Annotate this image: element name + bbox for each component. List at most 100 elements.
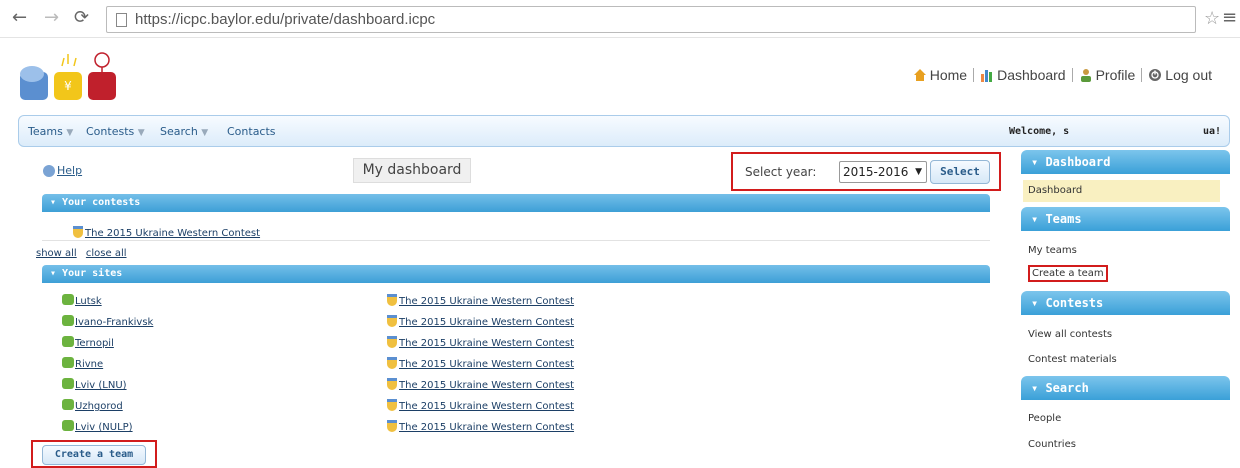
table-row: Lviv (NULP) The 2015 Ukraine Western Con… [42, 416, 990, 437]
site-link[interactable]: Lutsk [75, 296, 102, 307]
puzzle-icon [62, 420, 74, 431]
close-all-link[interactable]: close all [86, 248, 127, 259]
top-links: Home Dashboard Profile Log out [913, 67, 1212, 83]
page-icon [116, 13, 127, 27]
your-contests-label: Your contests [62, 197, 141, 208]
site-link[interactable]: Lviv (NULP) [75, 422, 133, 433]
medal-icon [387, 399, 397, 411]
year-label: Select year: [745, 165, 817, 179]
sidebar-item-dashboard[interactable]: Dashboard [1023, 180, 1220, 202]
address-bar[interactable]: https://icpc.baylor.edu/private/dashboar… [106, 6, 1196, 33]
puzzle-icon [62, 336, 74, 347]
sidebar-contests-header-label: Contests [1045, 296, 1104, 310]
select-button[interactable]: Select [930, 160, 990, 184]
medal-icon [387, 336, 397, 348]
forward-arrow-icon[interactable]: → [44, 8, 59, 28]
language-link[interactable]: ua! [1203, 126, 1221, 137]
site-link[interactable]: Ivano-Frankivsk [75, 317, 153, 328]
help-link[interactable]: Help [43, 164, 82, 177]
profile-link-label[interactable]: Profile [1096, 67, 1136, 83]
site-contest-link[interactable]: The 2015 Ukraine Western Contest [399, 401, 574, 412]
puzzle-icon [62, 315, 74, 326]
puzzle-icon [62, 294, 74, 305]
site-link[interactable]: Uzhgorod [75, 401, 123, 412]
divider [42, 240, 990, 241]
medal-icon [387, 357, 397, 369]
sidebar-item-view-all-contests[interactable]: View all contests [1023, 324, 1220, 346]
year-select-value[interactable]: 2015-2016 [843, 165, 908, 179]
menu-contests-label[interactable]: Contests [86, 125, 134, 138]
site-link[interactable]: Rivne [75, 359, 103, 370]
medal-icon [387, 420, 397, 432]
medal-icon [73, 226, 83, 238]
menu-teams[interactable]: Teams ▼ [28, 125, 73, 138]
show-all-link[interactable]: show all [36, 248, 77, 259]
site-contest-link[interactable]: The 2015 Ukraine Western Contest [399, 338, 574, 349]
sidebar-item-contest-materials[interactable]: Contest materials [1023, 349, 1220, 371]
svg-text:¥: ¥ [64, 79, 72, 93]
url-text[interactable]: https://icpc.baylor.edu/private/dashboar… [135, 11, 435, 28]
table-row: Lviv (LNU) The 2015 Ukraine Western Cont… [42, 374, 990, 395]
site-contest-link[interactable]: The 2015 Ukraine Western Contest [399, 380, 574, 391]
table-row: Lutsk The 2015 Ukraine Western Contest [42, 290, 990, 311]
menu-contests[interactable]: Contests ▼ [86, 125, 145, 138]
sidebar-item-people[interactable]: People [1023, 408, 1220, 430]
site-contest-link[interactable]: The 2015 Ukraine Western Contest [399, 359, 574, 370]
sidebar-item-create-team[interactable]: Create a team [1023, 263, 1220, 285]
bar-chart-icon [981, 70, 993, 82]
site-link[interactable]: Ternopil [75, 338, 114, 349]
help-label[interactable]: Help [57, 164, 82, 177]
puzzle-icon [62, 399, 74, 410]
chevron-down-icon: ▼ [66, 128, 74, 138]
dropdown-arrow-icon: ▼ [915, 167, 922, 177]
year-select[interactable]: 2015-2016 ▼ [839, 161, 927, 183]
sidebar-contests-header[interactable]: ▾ Contests [1021, 291, 1230, 315]
site-link[interactable]: Lviv (LNU) [75, 380, 127, 391]
site-contest-link[interactable]: The 2015 Ukraine Western Contest [399, 296, 574, 307]
dashboard-link[interactable]: Dashboard [980, 67, 1066, 83]
menu-teams-label[interactable]: Teams [28, 125, 63, 138]
site-contest-link[interactable]: The 2015 Ukraine Western Contest [399, 422, 574, 433]
menu-contacts[interactable]: Contacts [227, 125, 276, 138]
main-menu-bar: Teams ▼ Contests ▼ Search ▼ Contacts Wel… [18, 115, 1230, 147]
sidebar-create-team-label[interactable]: Create a team [1028, 265, 1108, 282]
sidebar-item-countries[interactable]: Countries [1023, 434, 1220, 456]
menu-search[interactable]: Search ▼ [160, 125, 208, 138]
your-sites-header[interactable]: ▾ Your sites [42, 265, 990, 283]
bookmark-star-icon[interactable]: ☆ [1204, 8, 1220, 29]
sidebar-dashboard-header[interactable]: ▾ Dashboard [1021, 150, 1230, 174]
your-sites-label: Your sites [62, 268, 123, 279]
site-contest-link[interactable]: The 2015 Ukraine Western Contest [399, 317, 574, 328]
home-link-label[interactable]: Home [930, 67, 967, 83]
icpc-logo[interactable]: ¥ [18, 48, 128, 108]
chevron-down-icon: ▼ [137, 128, 145, 138]
back-arrow-icon[interactable]: ← [12, 8, 27, 28]
chevron-down-icon: ▼ [201, 128, 209, 138]
sidebar-teams-header-label: Teams [1045, 212, 1082, 226]
puzzle-icon [62, 378, 74, 389]
home-link[interactable]: Home [913, 67, 967, 83]
medal-icon [387, 294, 397, 306]
profile-link[interactable]: Profile [1079, 67, 1136, 83]
logout-link-label[interactable]: Log out [1165, 67, 1212, 83]
sidebar-teams-header[interactable]: ▾ Teams [1021, 207, 1230, 231]
menu-search-label[interactable]: Search [160, 125, 198, 138]
medal-icon [387, 315, 397, 327]
sidebar-search-header[interactable]: ▾ Search [1021, 376, 1230, 400]
your-contests-header[interactable]: ▾ Your contests [42, 194, 990, 212]
sidebar-search-header-label: Search [1045, 381, 1089, 395]
table-row: Ivano-Frankivsk The 2015 Ukraine Western… [42, 311, 990, 332]
create-team-button[interactable]: Create a team [42, 445, 146, 465]
table-row: Ternopil The 2015 Ukraine Western Contes… [42, 332, 990, 353]
browser-menu-icon[interactable]: ≡ [1222, 7, 1237, 28]
sidebar-item-my-teams[interactable]: My teams [1023, 240, 1220, 262]
logout-link[interactable]: Log out [1148, 67, 1212, 83]
reload-icon[interactable]: ⟳ [74, 8, 89, 28]
browser-toolbar: ← → ⟳ https://icpc.baylor.edu/private/da… [0, 0, 1240, 38]
user-icon [1080, 69, 1091, 82]
dashboard-link-label[interactable]: Dashboard [997, 67, 1066, 83]
page-title: My dashboard [353, 158, 471, 183]
contest-link[interactable]: The 2015 Ukraine Western Contest [85, 228, 260, 239]
medal-icon [387, 378, 397, 390]
create-team-highlight: Create a team [31, 440, 157, 468]
